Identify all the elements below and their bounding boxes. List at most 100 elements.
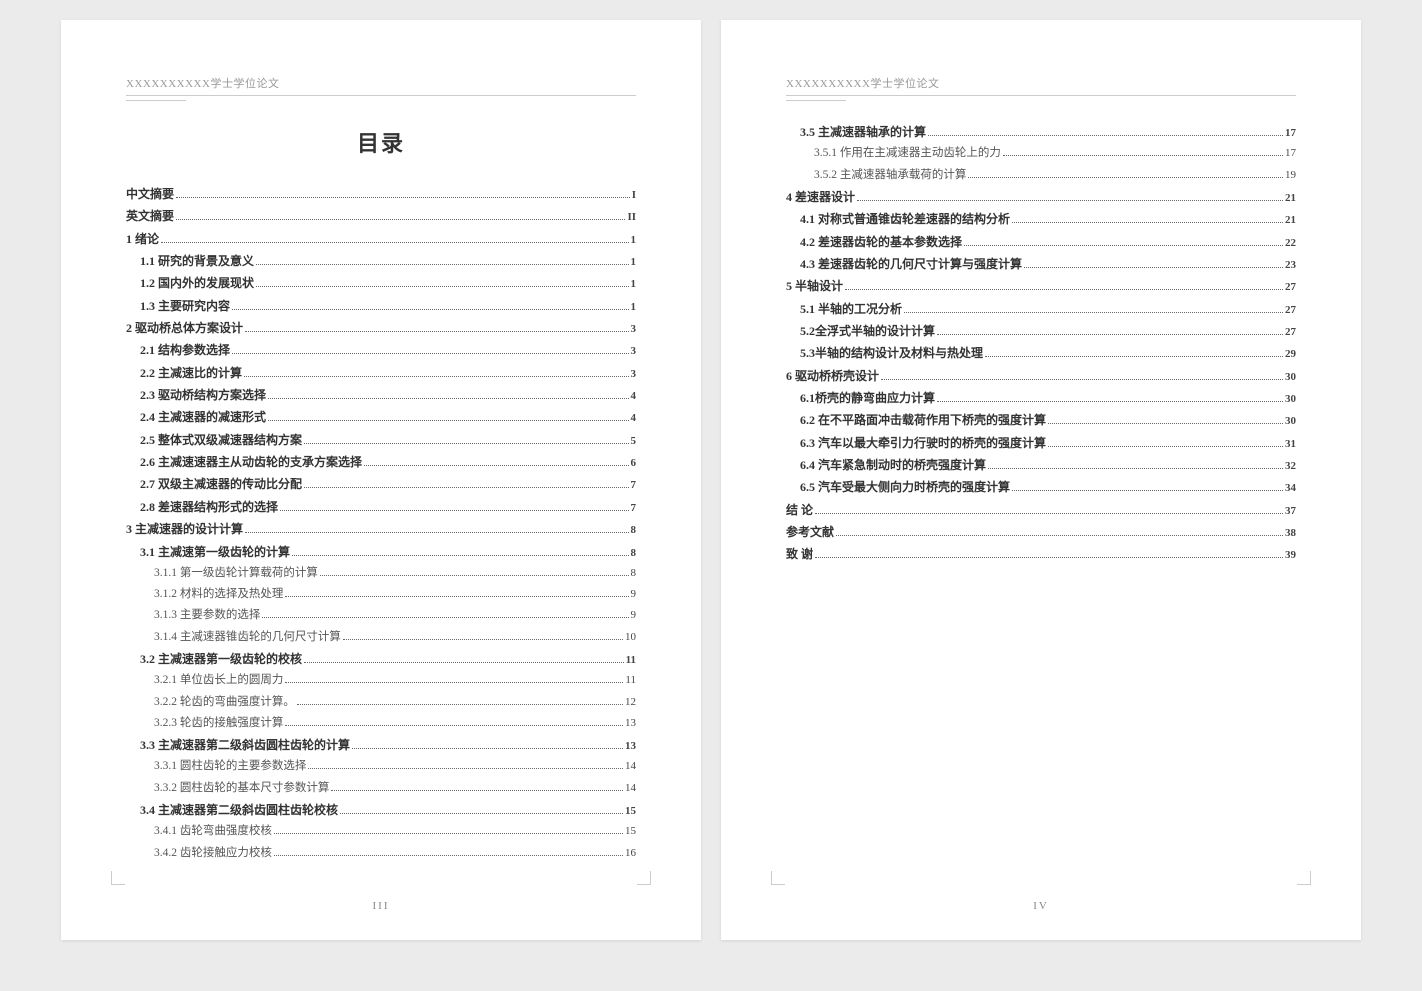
toc-entry: 5.2全浮式半轴的设计计算27 bbox=[800, 320, 1296, 342]
toc-entry: 2.6 主减速速器主从动齿轮的支承方案选择 6 bbox=[140, 451, 636, 473]
toc-entry: 结 论37 bbox=[786, 499, 1296, 521]
toc-entry-label: 3.1.4 主减速器锥齿轮的几何尺寸计算 bbox=[154, 627, 341, 648]
toc-entry: 6.4 汽车紧急制动时的桥壳强度计算32 bbox=[800, 454, 1296, 476]
toc-entry-label: 3.5.2 主减速器轴承载荷的计算 bbox=[814, 165, 966, 186]
toc-leader-dots bbox=[1048, 423, 1283, 424]
toc-entry: 5 半轴设计27 bbox=[786, 275, 1296, 297]
toc-entry: 3.2.3 轮齿的接触强度计算 13 bbox=[154, 713, 636, 734]
toc-entry-page: 6 bbox=[631, 453, 637, 473]
toc-entry-page: 3 bbox=[631, 364, 637, 384]
toc-entry-label: 3.2 主减速器第一级齿轮的校核 bbox=[140, 648, 302, 670]
toc-entry-label: 2.3 驱动桥结构方案选择 bbox=[140, 384, 266, 406]
toc-leader-dots bbox=[297, 704, 623, 705]
toc-entry-page: 32 bbox=[1285, 456, 1296, 476]
header-underline bbox=[786, 100, 846, 101]
page-left: XXXXXXXXXX学士学位论文 目录 中文摘要I英文摘要II1 绪论11.1 … bbox=[61, 20, 701, 940]
toc-leader-dots bbox=[937, 334, 1283, 335]
toc-entry-page: 14 bbox=[625, 778, 636, 798]
toc-entry-page: 38 bbox=[1285, 523, 1296, 543]
toc-entry: 3.3 主减速器第二级斜齿圆柱齿轮的计算13 bbox=[140, 734, 636, 756]
toc-leader-dots bbox=[985, 356, 1283, 357]
toc-entry: 3.3.1 圆柱齿轮的主要参数选择14 bbox=[154, 756, 636, 777]
toc-leader-dots bbox=[836, 535, 1283, 536]
toc-entry-label: 2.1 结构参数选择 bbox=[140, 339, 230, 361]
toc-entry-label: 3.2.3 轮齿的接触强度计算 bbox=[154, 713, 283, 734]
toc-leader-dots bbox=[343, 639, 623, 640]
toc-leader-dots bbox=[274, 855, 623, 856]
toc-leader-dots bbox=[245, 331, 628, 332]
page-number-right: IV bbox=[721, 900, 1361, 912]
toc-leader-dots bbox=[268, 398, 628, 399]
toc-leader-dots bbox=[1012, 222, 1283, 223]
toc-entry-label: 3.2.1 单位齿长上的圆周力 bbox=[154, 670, 283, 691]
toc-entry-page: 21 bbox=[1285, 188, 1296, 208]
toc-entry-page: 3 bbox=[631, 341, 637, 361]
toc-entry-page: 4 bbox=[631, 386, 637, 406]
toc-entry: 4.2 差速器齿轮的基本参数选择22 bbox=[800, 231, 1296, 253]
toc-entry: 1.3 主要研究内容1 bbox=[140, 295, 636, 317]
toc-leader-dots bbox=[256, 286, 628, 287]
toc-entry-page: 22 bbox=[1285, 233, 1296, 253]
toc-entry-label: 2.5 整体式双级减速器结构方案 bbox=[140, 429, 302, 451]
toc-entry-page: 39 bbox=[1285, 545, 1296, 565]
corner-mark bbox=[111, 871, 125, 885]
toc-leader-dots bbox=[274, 833, 623, 834]
toc-leader-dots bbox=[244, 376, 628, 377]
toc-leader-dots bbox=[304, 662, 624, 663]
toc-entry-label: 3.5.1 作用在主减速器主动齿轮上的力 bbox=[814, 143, 1001, 164]
toc-leader-dots bbox=[968, 177, 1283, 178]
toc-entry-page: 8 bbox=[631, 563, 637, 583]
toc-entry: 3.1.3 主要参数的选择9 bbox=[154, 605, 636, 626]
page-right: XXXXXXXXXX学士学位论文 3.5 主减速器轴承的计算173.5.1 作用… bbox=[721, 20, 1361, 940]
toc-entry: 6.3 汽车以最大牵引力行驶时的桥壳的强度计算31 bbox=[800, 432, 1296, 454]
toc-entry-label: 3.1 主减速第一级齿轮的计算 bbox=[140, 541, 290, 563]
toc-entry-label: 5.1 半轴的工况分析 bbox=[800, 298, 902, 320]
toc-entry-page: 7 bbox=[631, 475, 637, 495]
toc-entry-page: 30 bbox=[1285, 411, 1296, 431]
toc-leader-dots bbox=[331, 790, 623, 791]
toc-entry: 中文摘要I bbox=[126, 183, 636, 205]
toc-entry-label: 参考文献 bbox=[786, 521, 834, 543]
toc-leader-dots bbox=[988, 468, 1283, 469]
toc-entry-label: 致 谢 bbox=[786, 543, 813, 565]
toc-leader-dots bbox=[364, 465, 628, 466]
toc-entry-label: 2 驱动桥总体方案设计 bbox=[126, 317, 243, 339]
toc-entry-label: 结 论 bbox=[786, 499, 813, 521]
toc-entry-page: II bbox=[627, 207, 636, 227]
toc-entry-label: 2.7 双级主减速器的传动比分配 bbox=[140, 473, 302, 495]
toc-entry-label: 2.4 主减速器的减速形式 bbox=[140, 406, 266, 428]
toc-leader-dots bbox=[904, 312, 1283, 313]
toc-entry-label: 3.4.2 齿轮接触应力校核 bbox=[154, 843, 272, 864]
toc-entry: 3.5 主减速器轴承的计算17 bbox=[800, 121, 1296, 143]
toc-entry-label: 英文摘要 bbox=[126, 205, 174, 227]
page-number-left: III bbox=[61, 900, 701, 912]
toc-entry-page: 19 bbox=[1285, 165, 1296, 185]
toc-entry: 3.5.1 作用在主减速器主动齿轮上的力17 bbox=[814, 143, 1296, 164]
toc-entry-page: 13 bbox=[625, 713, 636, 733]
toc-entry: 1.1 研究的背景及意义1 bbox=[140, 250, 636, 272]
toc-leader-dots bbox=[232, 353, 628, 354]
toc-entry-page: 27 bbox=[1285, 300, 1296, 320]
toc-leader-dots bbox=[304, 443, 628, 444]
header-underline bbox=[126, 100, 186, 101]
toc-entry-page: 17 bbox=[1285, 123, 1296, 143]
toc-entry-page: 9 bbox=[631, 584, 637, 604]
toc-entry-page: 1 bbox=[631, 252, 637, 272]
toc-entry: 1 绪论1 bbox=[126, 228, 636, 250]
toc-leader-dots bbox=[1024, 267, 1283, 268]
toc-entry-label: 2.8 差速器结构形式的选择 bbox=[140, 496, 278, 518]
toc-entry: 2.5 整体式双级减速器结构方案5 bbox=[140, 429, 636, 451]
toc-entry-page: 27 bbox=[1285, 277, 1296, 297]
toc-list-right: 3.5 主减速器轴承的计算173.5.1 作用在主减速器主动齿轮上的力173.5… bbox=[786, 121, 1296, 566]
toc-entry-label: 3.1.3 主要参数的选择 bbox=[154, 605, 260, 626]
toc-entry-page: I bbox=[632, 185, 636, 205]
toc-leader-dots bbox=[1048, 446, 1283, 447]
toc-entry-label: 4.1 对称式普通锥齿轮差速器的结构分析 bbox=[800, 208, 1010, 230]
toc-entry-page: 12 bbox=[625, 692, 636, 712]
toc-entry-label: 6.2 在不平路面冲击载荷作用下桥壳的强度计算 bbox=[800, 409, 1046, 431]
toc-entry-page: 16 bbox=[625, 843, 636, 863]
toc-leader-dots bbox=[928, 135, 1283, 136]
toc-entry: 3.2.1 单位齿长上的圆周力11 bbox=[154, 670, 636, 691]
toc-entry: 3.2.2 轮齿的弯曲强度计算。12 bbox=[154, 692, 636, 713]
toc-entry-label: 2.6 主减速速器主从动齿轮的支承方案选择 bbox=[140, 451, 362, 473]
